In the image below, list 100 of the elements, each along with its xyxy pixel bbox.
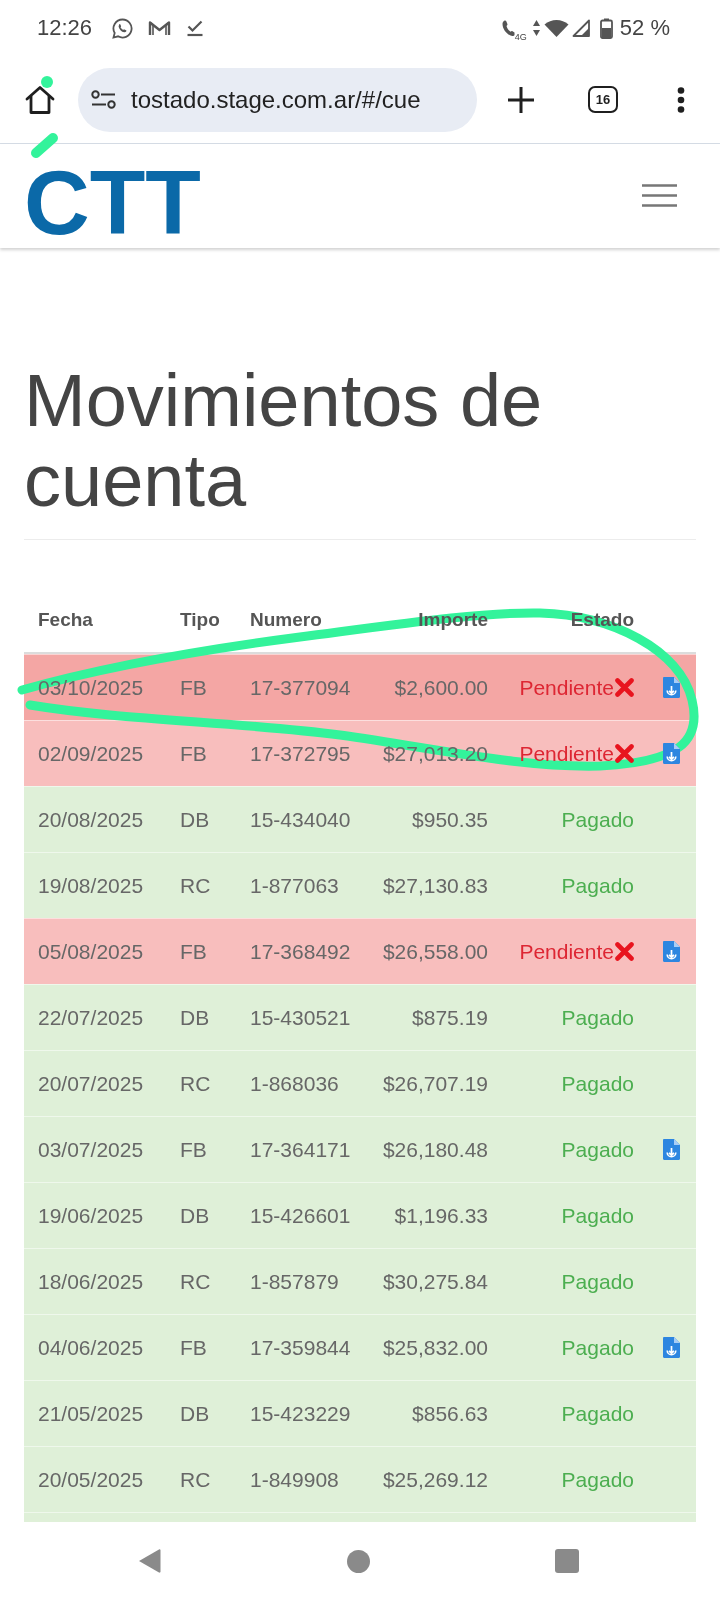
type-cell-text: RC	[180, 1269, 212, 1294]
status-label: Pendiente	[519, 939, 614, 964]
tune-icon[interactable]	[91, 90, 116, 109]
file-download-icon[interactable]	[663, 743, 680, 764]
battery-percent: 52 %	[619, 15, 670, 41]
date-cell-text: 20/05/2025	[38, 1467, 145, 1492]
amount-cell: $27,130.83	[382, 873, 488, 898]
date-cell-text: 05/08/2025	[38, 939, 145, 964]
address-bar[interactable]: tostado.stage.com.ar/#/cue	[78, 67, 477, 132]
cross-icon	[615, 942, 634, 961]
type-cell-text: DB	[180, 1401, 211, 1426]
menu-icon[interactable]	[642, 184, 677, 207]
status-label: Pagado	[561, 1467, 634, 1492]
number-cell-text: 17-364171	[250, 1137, 352, 1162]
tick-icon	[186, 19, 205, 37]
logo[interactable]: CTT	[24, 166, 201, 239]
status-label: Pagado	[561, 1335, 634, 1360]
type-cell-text: RC	[180, 1467, 212, 1492]
mail-icon	[148, 19, 172, 37]
status-label: Pagado	[561, 873, 634, 898]
status-label: Pagado	[561, 1137, 634, 1162]
status-label: Pagado	[561, 1203, 634, 1228]
table-row[interactable]: 03/07/2025 FB 17-364171 $26,180.48 Pagado	[24, 1116, 696, 1182]
status-time: 12:26	[37, 15, 93, 41]
number-cell-text: 15-434040	[250, 807, 352, 832]
table-row[interactable]: 20/07/2025 RC 1-868036 $26,707.19 Pagado	[24, 1050, 696, 1116]
type-cell-text: FB	[180, 1335, 208, 1360]
tab-switcher-button[interactable]: 16	[588, 86, 618, 113]
battery-icon	[599, 17, 613, 39]
amount-cell: $26,558.00	[382, 939, 488, 964]
date-cell-text: 21/05/2025	[38, 1401, 145, 1426]
amount-cell: $30,275.84	[382, 1269, 488, 1294]
date-cell-text: 20/07/2025	[38, 1071, 145, 1096]
cross-icon	[615, 744, 634, 763]
amount-cell: $950.35	[412, 807, 488, 832]
number-cell-text: 17-359844	[250, 1335, 352, 1360]
more-icon[interactable]	[677, 86, 685, 113]
date-cell-text: 04/06/2025	[38, 1335, 145, 1360]
type-cell-text: DB	[180, 807, 211, 832]
pen-stroke	[31, 133, 58, 158]
number-cell-text: 17-368492	[250, 939, 352, 964]
signal-icon	[571, 19, 590, 37]
date-cell-text: 03/10/2025	[38, 675, 145, 700]
date-cell-text: 03/07/2025	[38, 1137, 145, 1162]
column-header: Numero	[250, 609, 323, 631]
data-arrows-icon	[531, 19, 541, 37]
type-cell-text: DB	[180, 1005, 211, 1030]
number-cell-text: 1-857879	[250, 1269, 340, 1294]
table-row[interactable]: 19/06/2025 DB 15-426601 $1,196.33 Pagado	[24, 1182, 696, 1248]
type-cell-text: FB	[180, 675, 208, 700]
number-cell-text: 15-423229	[250, 1401, 352, 1426]
file-download-icon[interactable]	[663, 941, 680, 962]
number-cell-text: 17-377094	[250, 675, 352, 700]
table-row[interactable]: 18/06/2025 RC 1-857879 $30,275.84 Pagado	[24, 1248, 696, 1314]
type-cell-text: FB	[180, 741, 208, 766]
table-row[interactable]: 20/05/2025 RC 1-849908 $25,269.12 Pagado	[24, 1446, 696, 1512]
amount-cell: $26,180.48	[382, 1137, 488, 1162]
date-cell-text: 22/07/2025	[38, 1005, 145, 1030]
wifi-icon	[543, 18, 569, 38]
date-cell-text: 19/06/2025	[38, 1203, 145, 1228]
table-row[interactable]: 05/08/2025 FB 17-368492 $26,558.00 Pendiente	[24, 918, 696, 984]
home-icon[interactable]	[25, 84, 55, 115]
back-icon[interactable]	[138, 1548, 161, 1574]
table-row[interactable]: 20/08/2025 DB 15-434040 $950.35 Pagado	[24, 786, 696, 852]
date-cell-text: 18/06/2025	[38, 1269, 145, 1294]
date-cell-text: 02/09/2025	[38, 741, 145, 766]
file-download-icon[interactable]	[663, 1139, 680, 1160]
table-row[interactable]: 04/06/2025 FB 17-359844 $25,832.00 Pagado	[24, 1314, 696, 1380]
date-cell-text: 20/08/2025	[38, 807, 145, 832]
chat-bubble-icon	[112, 17, 134, 39]
table-row[interactable]: 03/10/2025 FB 17-377094 $2,600.00 Pendiente	[24, 654, 696, 720]
amount-cell: $875.19	[412, 1005, 488, 1030]
column-header: Fecha	[38, 609, 94, 631]
status-label: Pagado	[561, 1401, 634, 1426]
page-title: Movimientos de cuenta	[24, 361, 544, 521]
type-cell-text: RC	[180, 873, 212, 898]
table-row[interactable]: 22/07/2025 DB 15-430521 $875.19 Pagado	[24, 984, 696, 1050]
type-cell-text: DB	[180, 1203, 211, 1228]
status-label: Pendiente	[519, 741, 614, 766]
number-cell-text: 1-849908	[250, 1467, 340, 1492]
status-label: Pagado	[561, 1071, 634, 1096]
number-cell-text: 1-877063	[250, 873, 340, 898]
amount-cell: $2,600.00	[394, 675, 488, 700]
network-type: 4G	[514, 31, 527, 42]
cross-icon	[615, 678, 634, 697]
status-label: Pendiente	[519, 675, 614, 700]
type-cell-text: RC	[180, 1071, 212, 1096]
amount-cell: $25,269.12	[382, 1467, 488, 1492]
type-cell-text: FB	[180, 939, 208, 964]
table-row[interactable]: 21/05/2025 DB 15-423229 $856.63 Pagado	[24, 1380, 696, 1446]
status-label: Pagado	[561, 1269, 634, 1294]
amount-cell: $25,832.00	[382, 1335, 488, 1360]
file-download-icon[interactable]	[663, 677, 680, 698]
file-download-icon[interactable]	[663, 1337, 680, 1358]
number-cell-text: 15-430521	[250, 1005, 352, 1030]
plus-icon[interactable]	[507, 85, 535, 114]
amount-cell: $1,196.33	[394, 1203, 488, 1228]
table-row[interactable]: 19/08/2025 RC 1-877063 $27,130.83 Pagado	[24, 852, 696, 918]
type-cell-text: FB	[180, 1137, 208, 1162]
column-header: Tipo	[180, 609, 221, 631]
